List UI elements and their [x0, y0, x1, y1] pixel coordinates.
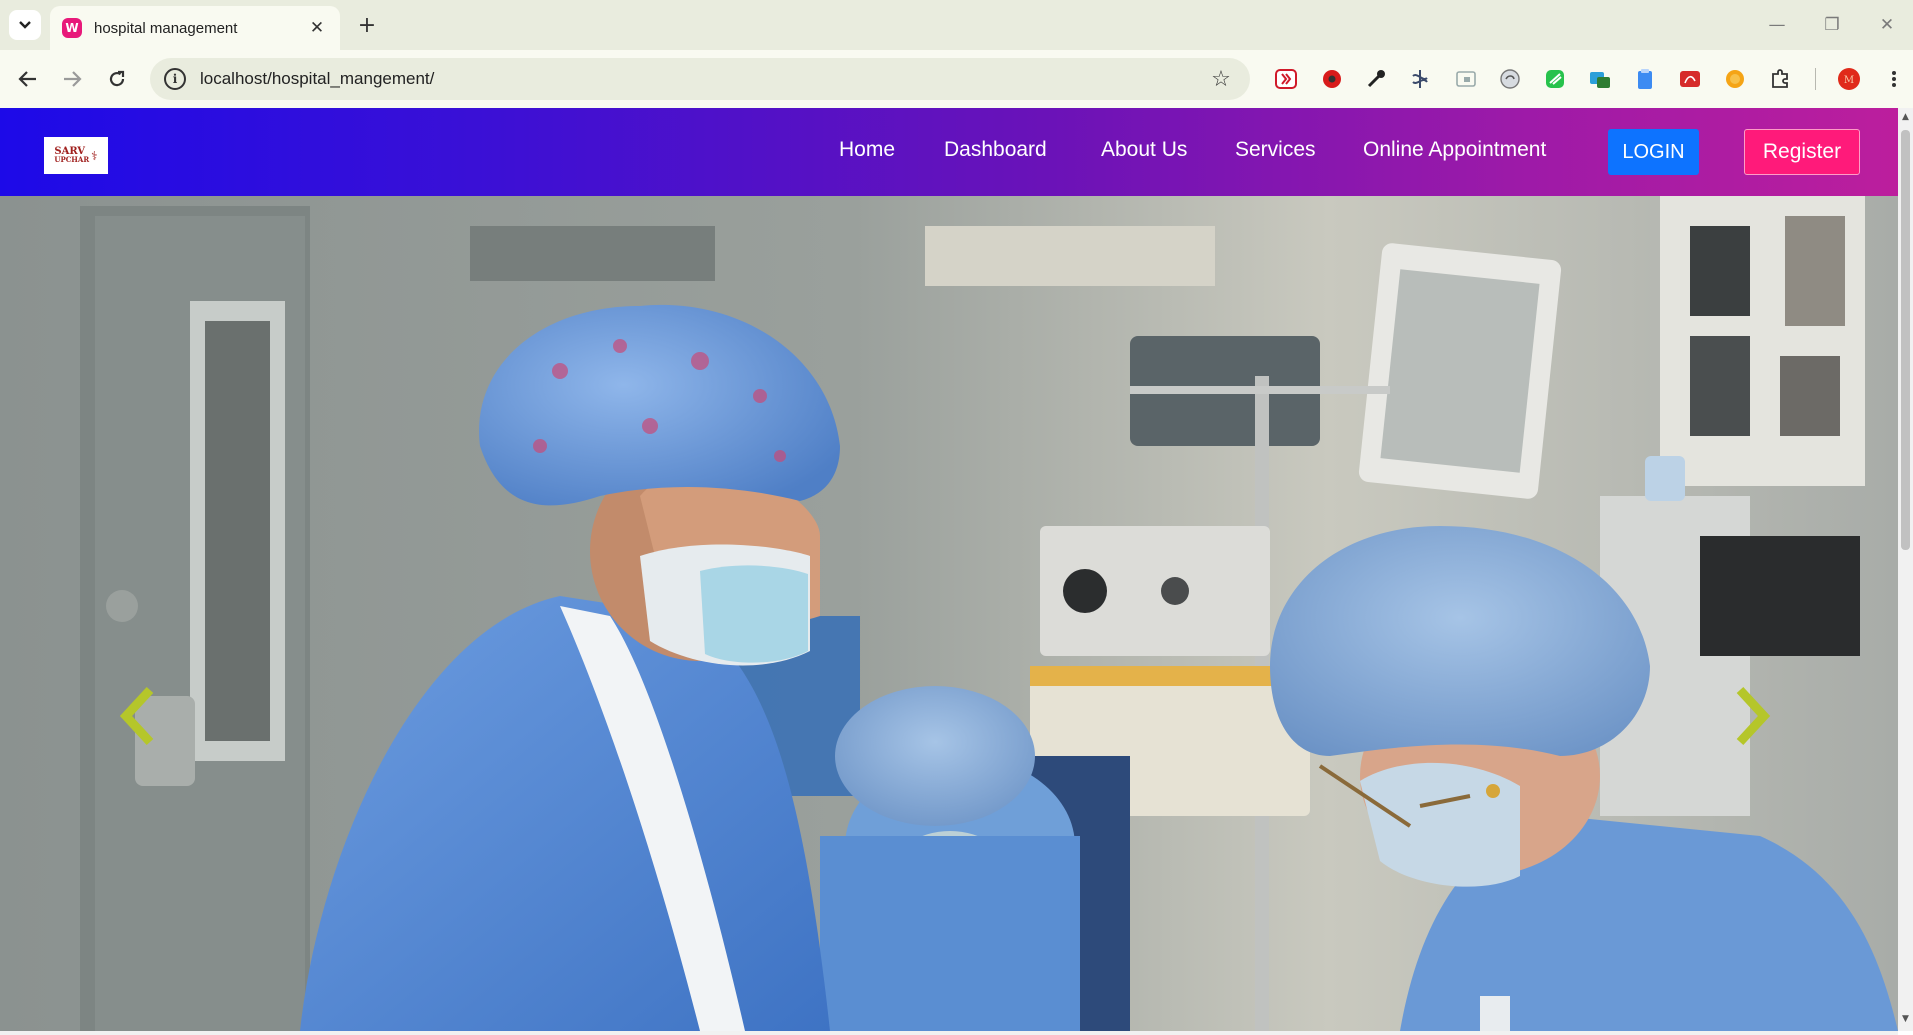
new-tab-button[interactable]: +: [352, 10, 382, 40]
browser-tabstrip: W hospital management ✕ + — ❐ ✕: [0, 0, 1913, 50]
chevron-down-icon: [19, 21, 31, 29]
register-button[interactable]: Register: [1744, 129, 1860, 175]
address-bar[interactable]: i localhost/hospital_mangement/ ☆: [150, 58, 1250, 100]
horizontal-scrollbar[interactable]: [0, 1031, 1898, 1035]
tab-title: hospital management: [94, 19, 238, 37]
carousel-prev-button[interactable]: [118, 686, 168, 766]
profile-avatar-icon[interactable]: M: [1837, 67, 1861, 91]
browser-toolbar: i localhost/hospital_mangement/ ☆ M: [0, 50, 1913, 108]
nav-home-link[interactable]: Home: [839, 138, 895, 168]
carousel-next-button[interactable]: [1732, 686, 1782, 766]
chevron-left-icon: [119, 686, 154, 746]
site-navbar: SARV UPCHAR ⚕ Home Dashboard About Us Se…: [0, 108, 1898, 196]
arrow-left-icon: [18, 71, 36, 87]
web-page: SARV UPCHAR ⚕ Home Dashboard About Us Se…: [0, 108, 1898, 1031]
nav-appointment-link[interactable]: Online Appointment: [1363, 138, 1546, 168]
close-window-icon[interactable]: ✕: [1865, 10, 1909, 40]
orange-icon[interactable]: [1723, 67, 1747, 91]
browser-tab[interactable]: W hospital management ✕: [50, 6, 340, 50]
record-icon[interactable]: [1320, 67, 1344, 91]
reload-icon: [109, 70, 125, 87]
pdf-icon[interactable]: [1678, 67, 1702, 91]
back-button[interactable]: [12, 63, 44, 95]
leaf-icon[interactable]: [1543, 67, 1567, 91]
forward-button[interactable]: [56, 63, 88, 95]
puzzle-icon[interactable]: [1768, 67, 1792, 91]
login-button[interactable]: LOGIN: [1608, 129, 1699, 175]
close-tab-icon[interactable]: ✕: [304, 15, 330, 41]
tab-search-button[interactable]: [9, 10, 41, 40]
site-info-icon[interactable]: i: [164, 68, 186, 90]
clipboard-icon[interactable]: [1633, 67, 1657, 91]
caduceus-icon: ⚕: [91, 148, 98, 163]
coin-icon[interactable]: [1498, 67, 1522, 91]
svg-text:M: M: [1844, 75, 1854, 86]
logo-line2: UPCHAR: [54, 154, 90, 164]
url-text[interactable]: localhost/hospital_mangement/: [200, 69, 1206, 89]
nav-dashboard-link[interactable]: Dashboard: [944, 138, 1047, 168]
restore-window-icon[interactable]: ❐: [1810, 10, 1854, 40]
surgeons-in-operating-room-photo: [0, 196, 1898, 1031]
wamp-server-icon: W: [62, 18, 82, 38]
youtube-ext-icon[interactable]: [1274, 67, 1298, 91]
eyedropper-icon[interactable]: [1364, 67, 1388, 91]
nav-services-link[interactable]: Services: [1235, 138, 1316, 168]
bookmark-star-icon[interactable]: ☆: [1206, 67, 1236, 92]
browser-menu-icon[interactable]: [1882, 67, 1906, 91]
scroll-down-arrow-icon[interactable]: ▼: [1900, 1014, 1911, 1025]
window-icon[interactable]: [1454, 67, 1478, 91]
chevron-right-icon: [1736, 686, 1771, 746]
reload-button[interactable]: [101, 63, 133, 95]
site-logo[interactable]: SARV UPCHAR ⚕: [44, 137, 108, 174]
scroll-up-arrow-icon[interactable]: ▲: [1900, 112, 1911, 123]
hero-carousel: [0, 196, 1898, 1031]
arrow-right-icon: [64, 71, 82, 87]
toolbar-separator: [1815, 68, 1816, 90]
vertical-scrollbar[interactable]: ▲ ▼: [1898, 108, 1913, 1031]
scrollbar-thumb[interactable]: [1901, 130, 1910, 550]
scribble-icon[interactable]: [1408, 67, 1432, 91]
nav-about-link[interactable]: About Us: [1101, 138, 1187, 168]
minimize-window-icon[interactable]: —: [1755, 10, 1799, 40]
translate-icon[interactable]: [1588, 67, 1612, 91]
